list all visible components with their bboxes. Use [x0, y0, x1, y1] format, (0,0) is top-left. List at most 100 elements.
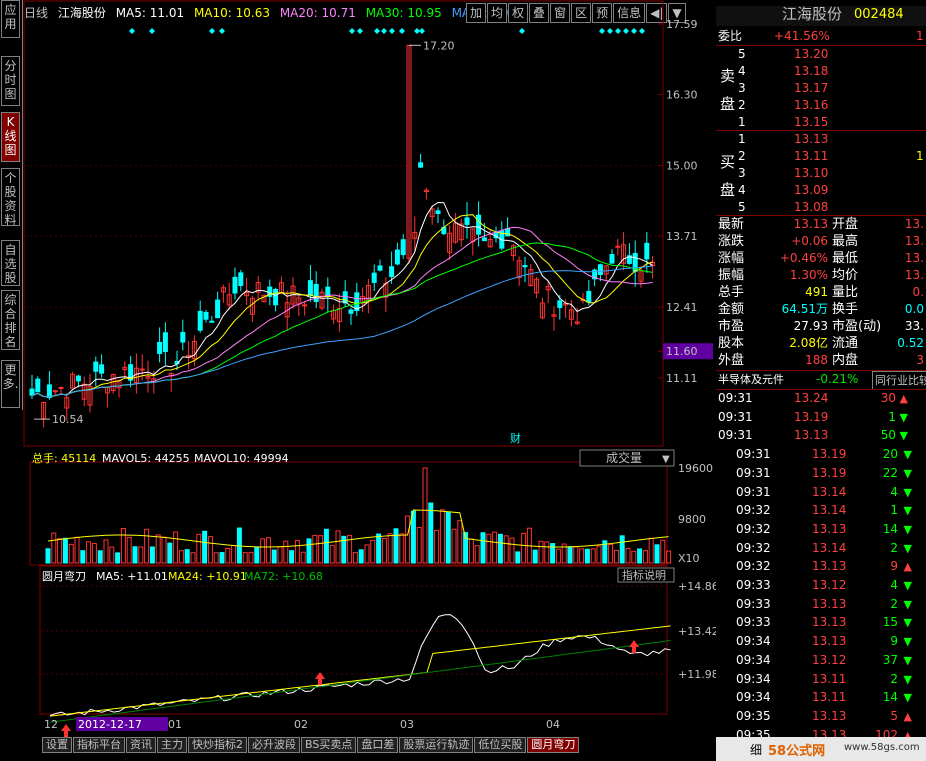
- volume-bar: [254, 546, 260, 564]
- volume-bar: [144, 528, 150, 564]
- indicator-tab-10[interactable]: 圆月弯刀: [527, 737, 580, 753]
- left-tab-5[interactable]: 综合排名: [1, 290, 20, 350]
- svg-text:15.00: 15.00: [666, 159, 698, 172]
- event-marker[interactable]: [615, 28, 621, 34]
- sell-level-row[interactable]: 4 13.18: [716, 63, 926, 80]
- indicator-tab-5[interactable]: 必升波段: [248, 737, 300, 753]
- buy-level-row[interactable]: 2 13.11 1: [716, 148, 926, 165]
- sell-level: 4: [738, 64, 746, 78]
- event-marker[interactable]: [149, 28, 155, 34]
- event-marker[interactable]: [623, 28, 629, 34]
- event-marker[interactable]: [349, 28, 355, 34]
- event-marker[interactable]: [219, 28, 225, 34]
- tick-time: 09:34: [736, 671, 771, 686]
- volume-bar: [503, 535, 509, 564]
- volume-dropdown[interactable]: 成交量 ▼: [579, 449, 675, 467]
- mavol10-label: MAVOL10: 49994: [194, 452, 289, 465]
- sector-row[interactable]: 半导体及元件 -0.21% 同行业比较: [716, 371, 926, 390]
- candle: [603, 265, 609, 282]
- tick-volume: 4: [890, 578, 898, 592]
- volume-bar: [480, 532, 486, 564]
- sell-level-row[interactable]: 5 13.20: [716, 46, 926, 63]
- ind-ma72-line: [49, 640, 671, 723]
- indicator-tab-4[interactable]: 快炒指标2: [188, 737, 247, 753]
- tick-time: 09:33: [736, 596, 771, 611]
- volume-bar: [289, 550, 295, 564]
- high-label: 17.20: [423, 39, 455, 52]
- svg-text:13.71: 13.71: [666, 230, 698, 243]
- volume-bar: [381, 537, 387, 564]
- event-marker[interactable]: [129, 28, 135, 34]
- left-tab-3[interactable]: 个股资料: [1, 168, 20, 227]
- quote-value-2: 13.: [904, 234, 924, 248]
- quote-row: 外盘 188 内盘 3: [716, 352, 926, 369]
- indicator-tab-0[interactable]: 设置: [42, 737, 72, 753]
- event-marker[interactable]: [519, 28, 525, 34]
- volume-bar: [225, 547, 231, 564]
- candle: [360, 287, 366, 313]
- sell-level-row[interactable]: 3 13.17: [716, 80, 926, 97]
- buy-level-row[interactable]: 3 13.10: [716, 165, 926, 182]
- event-marker[interactable]: [399, 28, 405, 34]
- left-tab-6[interactable]: 更多.: [1, 360, 20, 408]
- footer-tag[interactable]: 细: [750, 741, 762, 758]
- sell-level-row[interactable]: 2 13.16: [716, 97, 926, 114]
- candle: [510, 243, 516, 261]
- ind-ma24-line: [49, 625, 671, 717]
- event-marker[interactable]: [631, 28, 637, 34]
- volume-bar: [584, 548, 590, 564]
- candle: [145, 360, 151, 393]
- event-marker[interactable]: [639, 28, 645, 34]
- arrow-down-icon: ▼: [903, 541, 912, 555]
- volume-bar: [173, 531, 179, 564]
- volume-bar: [376, 533, 382, 564]
- finance-marker[interactable]: 财: [510, 431, 521, 445]
- sell-level: 1: [738, 115, 746, 129]
- indicator-help-button[interactable]: 指标说明: [617, 567, 675, 583]
- tick-price: 13.24: [794, 391, 829, 405]
- sell-level-row[interactable]: 1 13.15: [716, 114, 926, 131]
- event-marker[interactable]: [599, 28, 605, 34]
- indicator-tab-9[interactable]: 低位买股: [474, 737, 527, 753]
- event-marker[interactable]: [381, 28, 387, 34]
- buy-level-row[interactable]: 4 13.09: [716, 182, 926, 199]
- buy-level-row[interactable]: 5 13.08: [716, 199, 926, 216]
- volume-bar: [457, 520, 463, 564]
- sell-price: 13.18: [794, 64, 829, 78]
- tick-row: 09:31 13.19 20 ▼: [716, 446, 926, 463]
- industry-compare-button[interactable]: 同行业比较: [872, 371, 926, 390]
- event-marker[interactable]: [607, 28, 613, 34]
- event-marker[interactable]: [209, 28, 215, 34]
- buy-level-row[interactable]: 1 13.13: [716, 131, 926, 148]
- tick-price: 13.19: [794, 409, 829, 424]
- indicator-tab-7[interactable]: 盘口差: [357, 737, 399, 753]
- left-tab-1[interactable]: 分时图: [1, 56, 20, 106]
- left-tab-4[interactable]: 自选股: [1, 240, 20, 286]
- volume-bar: [74, 536, 80, 564]
- quote-label-2: 开盘: [832, 217, 859, 232]
- chart-area[interactable]: 17.59 16.30 15.00 13.71 12.41 11.60 11.11 17.20…: [22, 0, 716, 761]
- event-marker[interactable]: [419, 28, 425, 34]
- left-tab-2[interactable]: K线图: [1, 112, 20, 162]
- volume-bar: [80, 550, 86, 564]
- left-tab-0[interactable]: 应用: [1, 0, 20, 38]
- tick-price: 13.11: [812, 690, 847, 705]
- tick-time: 09:31: [736, 447, 771, 462]
- arrow-up-icon: ▲: [903, 709, 912, 723]
- tick-time: 09:32: [736, 559, 771, 574]
- volume-bar: [625, 548, 631, 564]
- indicator-tab-1[interactable]: 指标平台: [73, 737, 125, 753]
- event-marker[interactable]: [374, 28, 380, 34]
- indicator-tab-2[interactable]: 资讯: [126, 737, 156, 753]
- candle: [499, 221, 505, 251]
- event-marker[interactable]: [389, 28, 395, 34]
- candle: [464, 202, 470, 239]
- candle: [528, 263, 534, 287]
- indicator-tab-3[interactable]: 主力: [157, 737, 187, 753]
- indicator-tab-6[interactable]: BS买卖点: [301, 737, 357, 753]
- candle: [476, 201, 482, 247]
- event-marker[interactable]: [357, 28, 363, 34]
- volume-bar: [445, 512, 451, 564]
- date-tick-2: 02: [294, 718, 308, 731]
- indicator-tab-8[interactable]: 股票运行轨迹: [399, 737, 474, 753]
